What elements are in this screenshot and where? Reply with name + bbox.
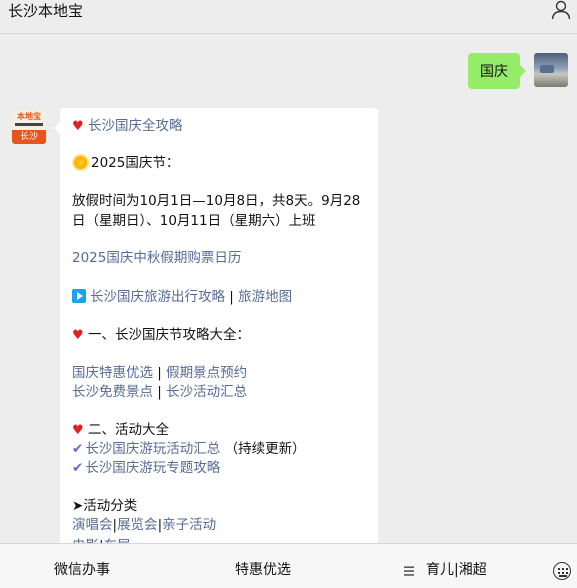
separator: |	[157, 384, 162, 400]
menu-tab-deals[interactable]: 特惠优选	[235, 544, 291, 588]
keyboard-icon[interactable]	[553, 562, 571, 580]
separator: |	[229, 289, 234, 305]
section2-line: ♥ 二、活动大全	[72, 421, 169, 440]
section1-heading: 一、长沙国庆节攻略大全：	[87, 327, 250, 343]
sun-icon	[74, 156, 87, 169]
deals-line: 国庆特惠优选 | 假期景点预约	[72, 364, 247, 383]
category-links-line: 演唱会|展览会|亲子活动	[72, 516, 216, 535]
travel-guide-link[interactable]: 长沙国庆旅游出行攻略	[90, 289, 225, 305]
guide-link[interactable]: 长沙国庆全攻略	[88, 118, 183, 134]
chat-title: 长沙本地宝	[8, 2, 84, 20]
play-icon	[72, 289, 86, 303]
title-bar: 长沙本地宝	[0, 0, 577, 34]
topic-guide-line: ✔ 长沙国庆游玩专题攻略	[72, 459, 220, 478]
deals-link[interactable]: 国庆特惠优选	[72, 365, 153, 381]
bottom-menu-bar: 微信办事 特惠优选 育儿|湘超	[0, 543, 577, 588]
holiday-text-1: 放假时间为10月1日—10月8日，共8天。9月28	[72, 193, 361, 209]
holiday-text-2: 日（星期日）、10月11日（星期六）上班	[72, 213, 316, 229]
heart-icon: ♥	[72, 423, 84, 438]
topic-guide-link[interactable]: 长沙国庆游玩专题攻略	[85, 460, 220, 476]
free-scenic-link[interactable]: 长沙免费景点	[72, 384, 153, 400]
holiday-heading-line: 2025国庆节：	[72, 154, 179, 173]
ticket-calendar-link[interactable]: 2025国庆中秋假期购票日历	[72, 249, 241, 268]
bot-reply-bubble: ♥ 长沙国庆全攻略 2025国庆节： 放假时间为10月1日—10月8日，共8天。…	[54, 108, 378, 543]
category-heading: ➤活动分类	[72, 498, 138, 514]
travel-map-link[interactable]: 旅游地图	[238, 289, 292, 305]
activities-summary-link[interactable]: 长沙活动汇总	[166, 384, 247, 400]
family-link[interactable]: 亲子活动	[162, 517, 216, 533]
check-icon: ✔	[72, 441, 84, 457]
bot-avatar[interactable]: 本地宝 长沙	[12, 110, 46, 144]
fun-activities-line: ✔ 长沙国庆游玩活动汇总 （持续更新）	[72, 440, 306, 459]
concert-link[interactable]: 演唱会	[72, 517, 113, 533]
check-icon: ✔	[72, 460, 84, 476]
user-avatar[interactable]	[534, 53, 568, 87]
section2-heading: 二、活动大全	[87, 422, 169, 438]
bot-avatar-divider	[15, 123, 43, 126]
menu-icon	[404, 566, 414, 576]
fun-activities-link[interactable]: 长沙国庆游玩活动汇总	[85, 441, 220, 457]
menu-tab-parenting[interactable]: 育儿|湘超	[426, 544, 487, 588]
menu-tab-wechat-services[interactable]: 微信办事	[54, 544, 110, 588]
chat-area[interactable]: 国庆 本地宝 长沙 ♥ 长沙国庆全攻略 2025国庆节： 放假时间为10月1日—…	[0, 34, 577, 543]
guide-line: ♥ 长沙国庆全攻略	[72, 117, 182, 136]
user-icon[interactable]	[551, 0, 571, 20]
separator: |	[157, 365, 162, 381]
section1-line: ♥ 一、长沙国庆节攻略大全：	[72, 326, 250, 345]
bot-avatar-city: 长沙	[12, 130, 46, 144]
heart-icon: ♥	[72, 328, 84, 343]
user-message-text: 国庆	[480, 64, 508, 80]
fun-activities-note: （持续更新）	[224, 441, 306, 457]
scenic-booking-link[interactable]: 假期景点预约	[166, 365, 247, 381]
heart-icon: ♥	[72, 119, 84, 134]
exhibition-link[interactable]: 展览会	[117, 517, 158, 533]
free-scenic-line: 长沙免费景点 | 长沙活动汇总	[72, 383, 247, 402]
user-message-bubble[interactable]: 国庆	[468, 53, 526, 89]
holiday-heading: 2025国庆节：	[91, 155, 180, 171]
travel-line: 长沙国庆旅游出行攻略 | 旅游地图	[72, 288, 292, 307]
